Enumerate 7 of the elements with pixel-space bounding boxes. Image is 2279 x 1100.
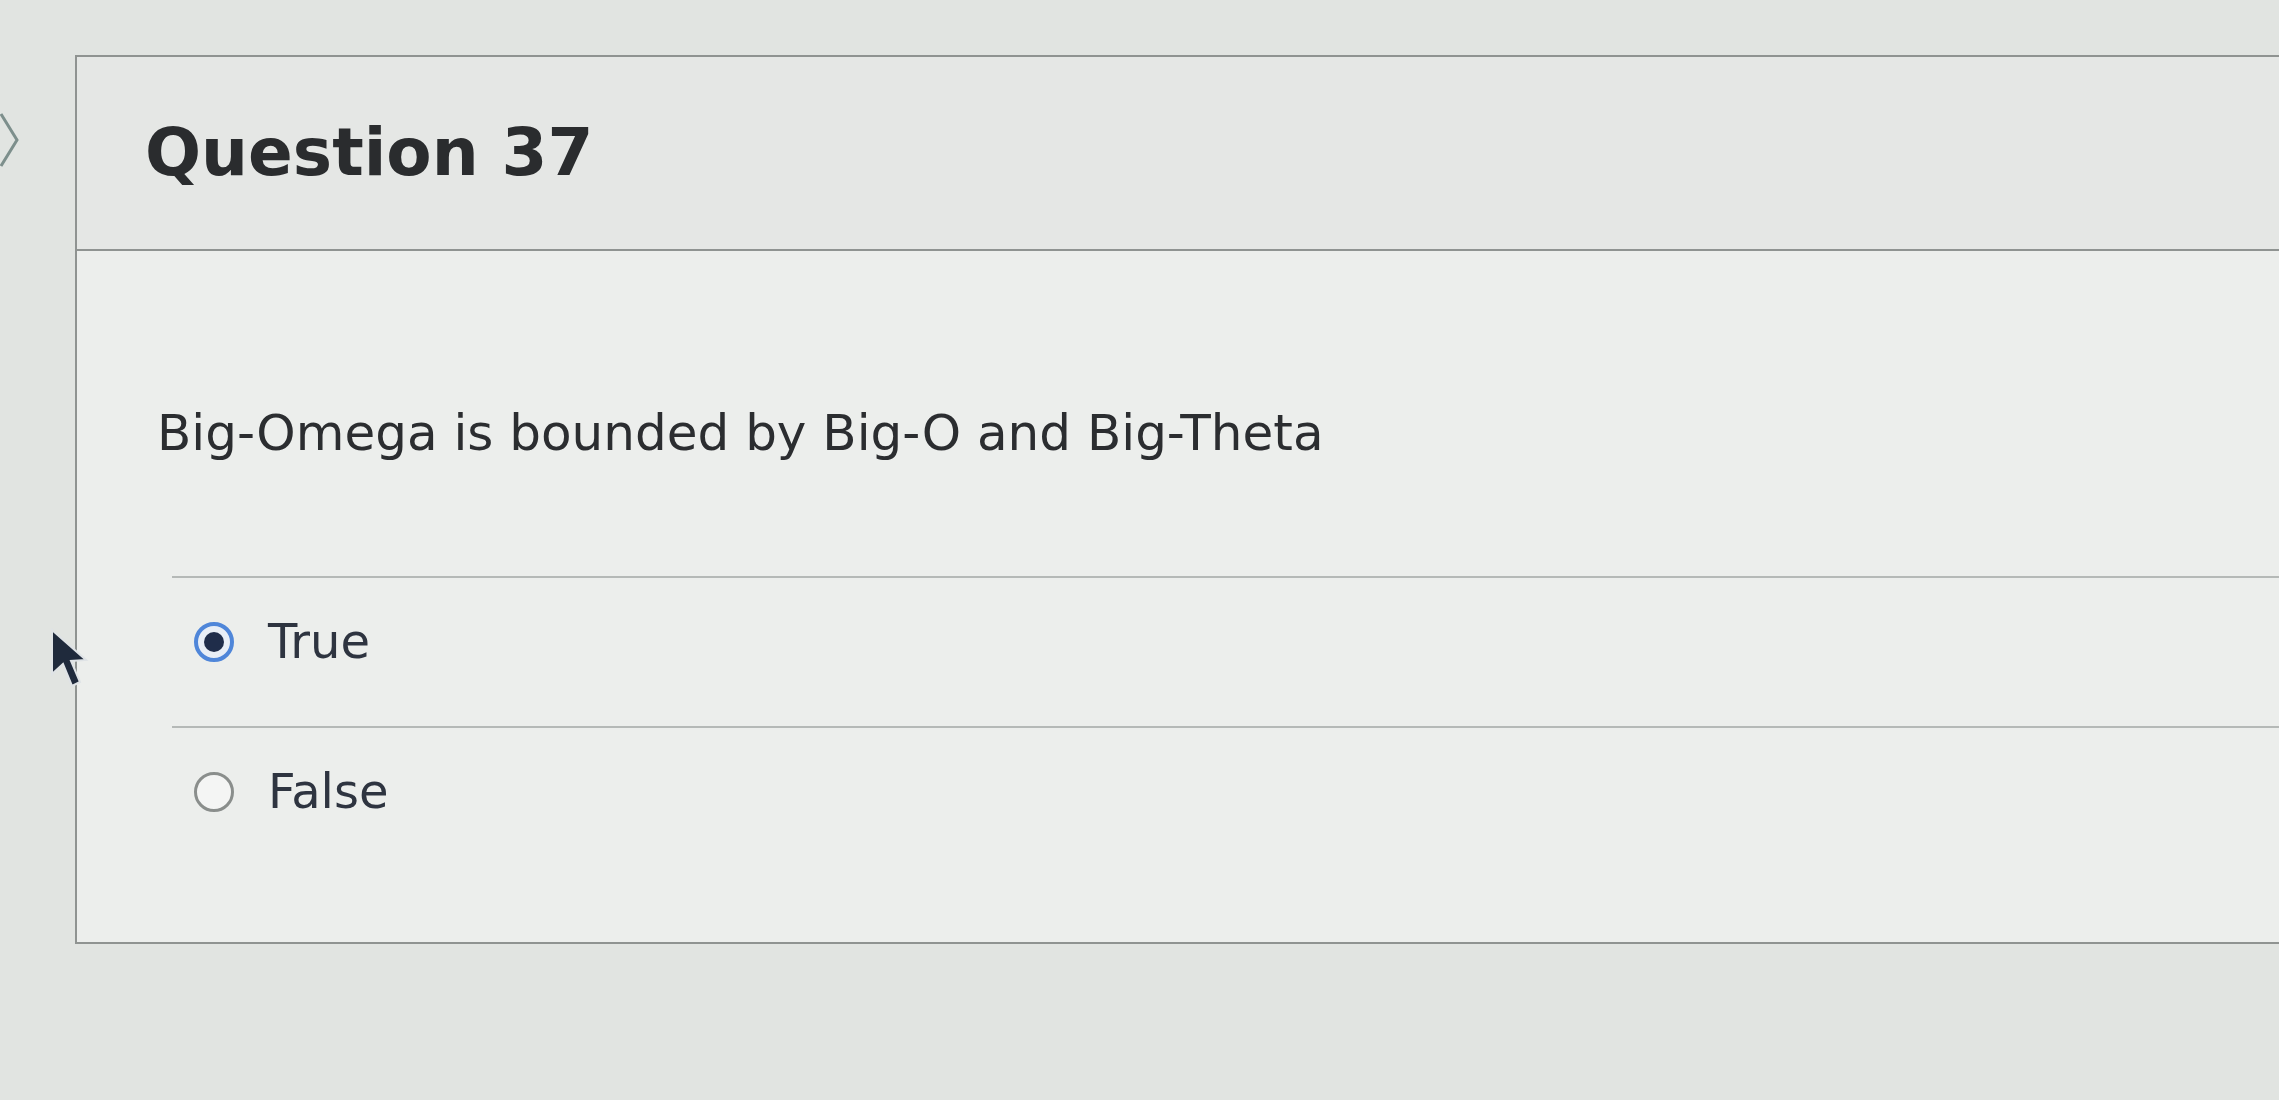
question-title: Question 37 [145,113,594,193]
chevron-icon[interactable] [0,112,20,168]
option-label[interactable]: True [268,613,370,671]
question-text: Big-Omega is bounded by Big-O and Big-Theta [157,403,1325,464]
option-label[interactable]: False [268,763,389,821]
radio-button[interactable] [194,772,234,812]
radio-button[interactable] [194,622,234,662]
